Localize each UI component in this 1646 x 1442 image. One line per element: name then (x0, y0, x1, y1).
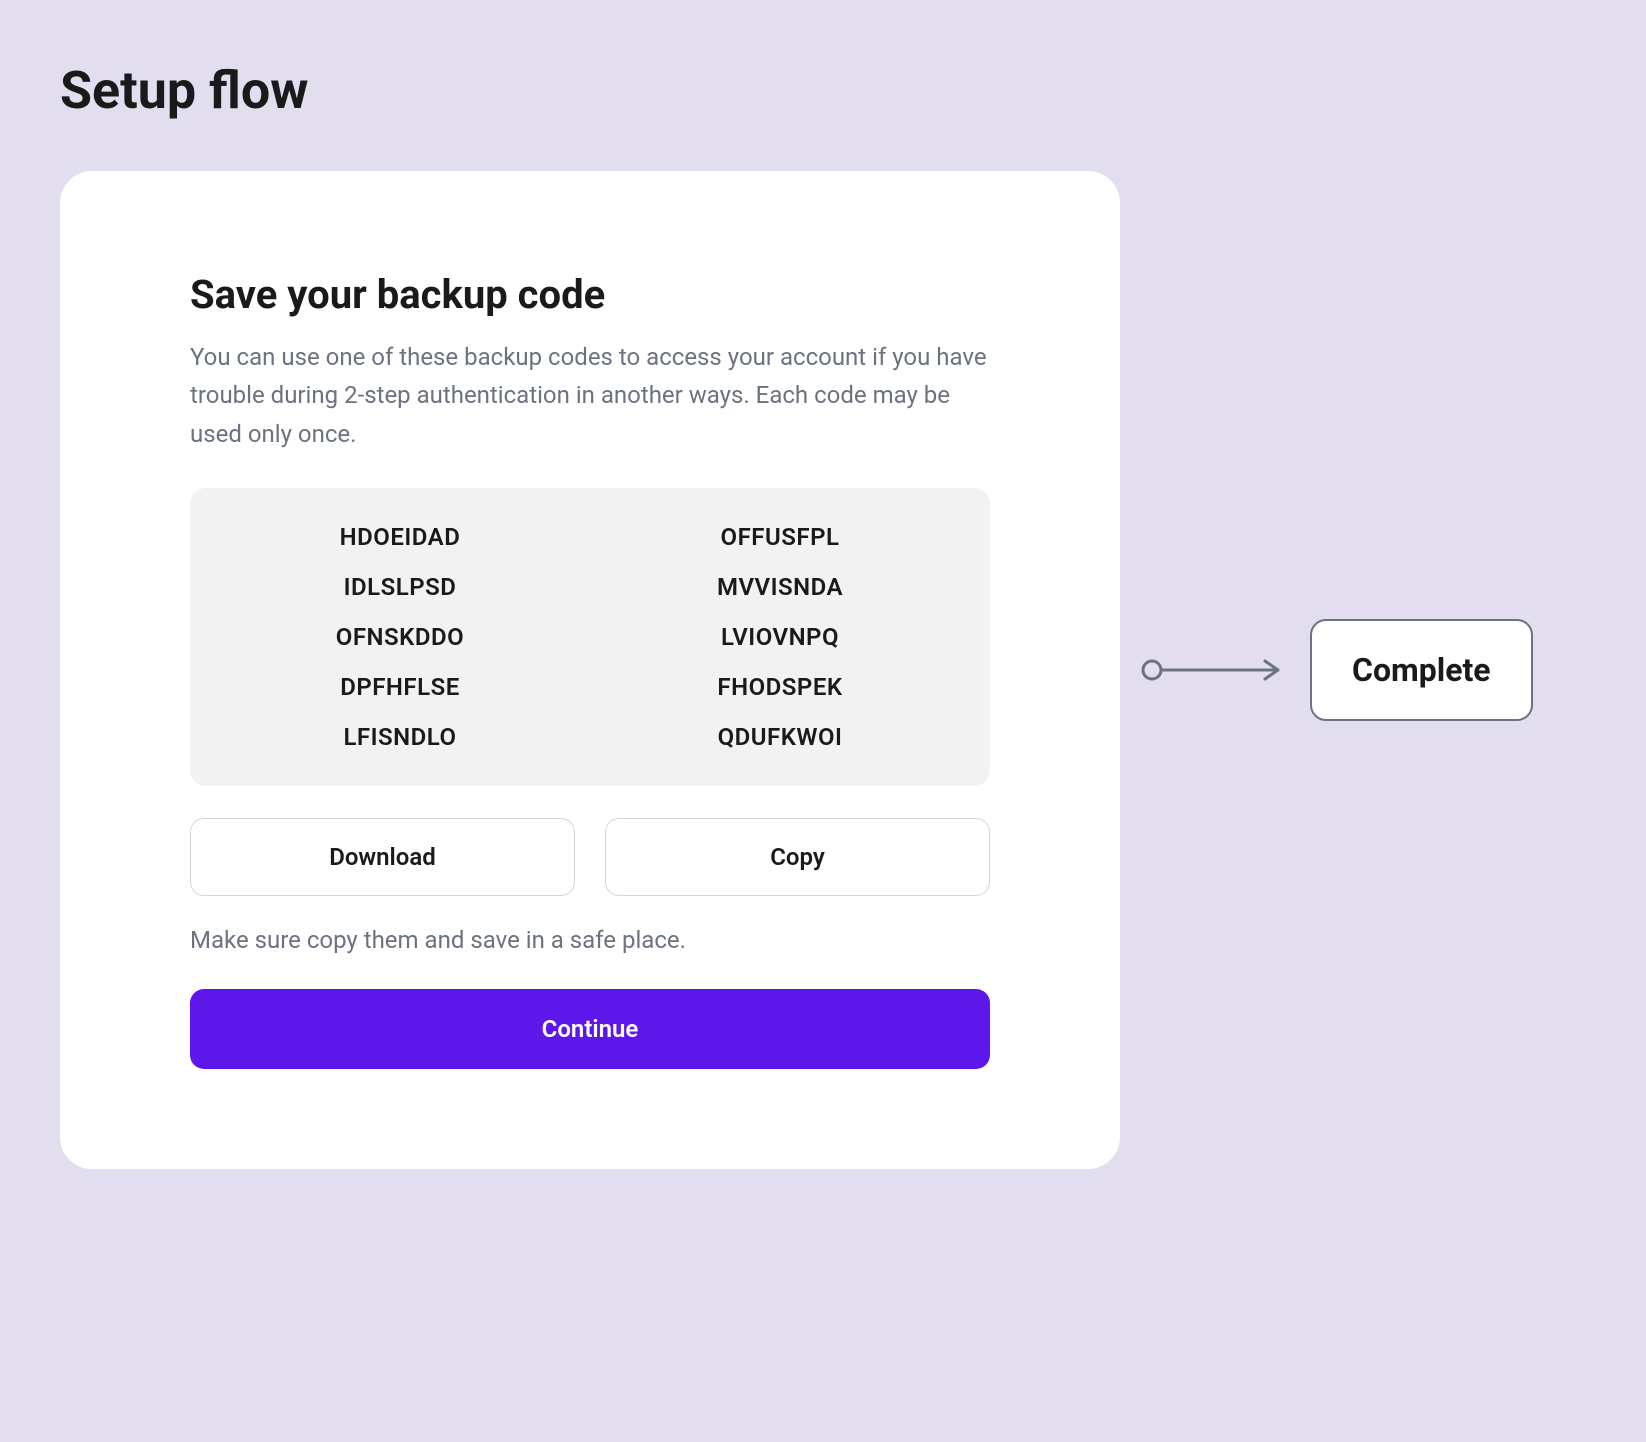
flow-complete-badge: Complete (1310, 619, 1533, 721)
backup-code: IDLSLPSD (230, 573, 570, 601)
card-title: Save your backup code (190, 271, 990, 318)
backup-code: OFFUSFPL (610, 523, 950, 551)
content-row: Save your backup code You can use one of… (60, 171, 1586, 1169)
backup-code: LFISNDLO (230, 723, 570, 751)
backup-code: DPFHFLSE (230, 673, 570, 701)
page-title: Setup flow (60, 60, 1586, 121)
action-button-row: Download Copy (190, 818, 990, 896)
backup-codes-card: Save your backup code You can use one of… (60, 171, 1120, 1169)
backup-code: MVVISNDA (610, 573, 950, 601)
backup-code: LVIOVNPQ (610, 623, 950, 651)
flow-arrow-icon (1140, 658, 1290, 682)
backup-code: FHODSPEK (610, 673, 950, 701)
copy-button[interactable]: Copy (605, 818, 990, 896)
continue-button[interactable]: Continue (190, 989, 990, 1069)
download-button[interactable]: Download (190, 818, 575, 896)
helper-text: Make sure copy them and save in a safe p… (190, 926, 990, 954)
backup-code: HDOEIDAD (230, 523, 570, 551)
backup-codes-box: HDOEIDAD OFFUSFPL IDLSLPSD MVVISNDA OFNS… (190, 488, 990, 786)
backup-code: OFNSKDDO (230, 623, 570, 651)
card-description: You can use one of these backup codes to… (190, 338, 990, 453)
backup-code: QDUFKWOI (610, 723, 950, 751)
